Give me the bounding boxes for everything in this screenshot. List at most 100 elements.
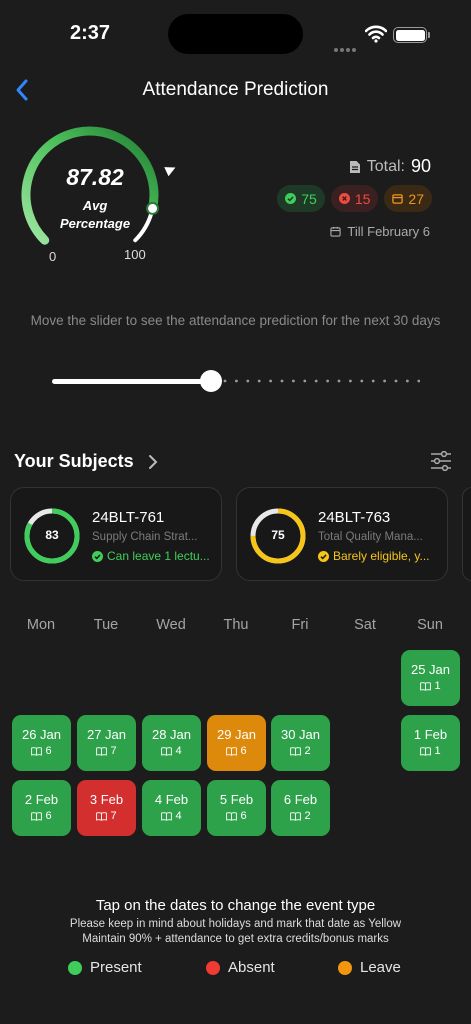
day-date: 5 Feb: [219, 792, 254, 807]
legend-label: Leave: [360, 959, 401, 976]
book-icon: [290, 746, 302, 756]
legend-dot: [206, 960, 220, 975]
slider-hint: Move the slider to see the attendance pr…: [30, 313, 441, 328]
day-count: 6: [45, 810, 52, 822]
calendar-day[interactable]: 6 Feb 2: [271, 780, 330, 836]
book-icon: [290, 811, 302, 821]
day-count: 1: [434, 680, 441, 692]
legend-label: Absent: [228, 959, 275, 976]
day-date: 4 Feb: [154, 792, 189, 807]
your-subjects-header[interactable]: Your Subjects: [14, 451, 158, 472]
legend-dot: [68, 960, 82, 975]
day-count: 1: [434, 745, 441, 757]
book-icon: [420, 746, 432, 756]
subject-code: 24BLT-761: [92, 509, 165, 526]
day-date: 2 Feb: [24, 792, 59, 807]
weekday-wed: Wed: [156, 617, 186, 633]
calendar-day[interactable]: 4 Feb 4: [142, 780, 201, 836]
subject-code: 24BLT-763: [318, 509, 391, 526]
calendar-day[interactable]: 3 Feb 7: [77, 780, 136, 836]
day-date: 26 Jan: [21, 727, 62, 742]
weekday-thu: Thu: [223, 617, 249, 633]
subject-note-text: Can leave 1 lectu...: [107, 549, 210, 563]
battery-cap: [428, 32, 430, 38]
gauge-min-label: 0: [49, 249, 57, 264]
legend-present: Present: [68, 959, 142, 976]
calendar-day[interactable]: 28 Jan 4: [142, 715, 201, 771]
day-count: 6: [240, 745, 247, 757]
calendar-day[interactable]: 26 Jan 6: [12, 715, 71, 771]
subject-note: Can leave 1 lectu...: [92, 549, 210, 563]
book-icon: [96, 811, 108, 821]
day-lecture-count: 6: [207, 745, 266, 757]
dynamic-island: [168, 14, 303, 54]
day-lecture-count: 2: [271, 810, 330, 822]
status-time: 2:37: [70, 22, 111, 44]
wifi-icon: [365, 25, 387, 43]
subject-card[interactable]: 83 24BLT-761 Supply Chain Strat... Can l…: [10, 487, 222, 581]
till-date: Till February 6: [330, 224, 430, 239]
day-lecture-count: 1: [401, 745, 460, 757]
signal-icon: [334, 39, 358, 52]
subject-percent: 83: [45, 528, 59, 542]
subject-card[interactable]: 75 24BLT-763 Total Quality Mana... Barel…: [236, 487, 448, 581]
your-subjects-title: Your Subjects: [14, 451, 134, 471]
day-date: 3 Feb: [89, 792, 124, 807]
avg-percentage-value: 87.82: [66, 164, 124, 190]
book-icon: [31, 811, 43, 821]
calendar-day[interactable]: 27 Jan 7: [77, 715, 136, 771]
subject-card-partial[interactable]: [462, 487, 471, 581]
absent-count: 15: [354, 190, 371, 207]
subject-name: Supply Chain Strat...: [92, 531, 198, 543]
total-lectures: Total: 90: [349, 156, 431, 177]
day-lecture-count: 6: [207, 810, 266, 822]
day-count: 6: [45, 745, 52, 757]
calendar-day[interactable]: 30 Jan 2: [271, 715, 330, 771]
leave-count: 27: [408, 190, 424, 207]
day-lecture-count: 4: [142, 810, 201, 822]
gauge-max-label: 100: [124, 247, 146, 262]
slider-track-filled[interactable]: [52, 379, 212, 384]
leave-count-pill: 27: [384, 185, 432, 212]
day-count: 2: [304, 810, 311, 822]
slider-track-remaining[interactable]: [222, 379, 420, 383]
day-date: 6 Feb: [283, 792, 318, 807]
day-count: 2: [304, 745, 311, 757]
legend-label: Present: [90, 959, 142, 976]
chevron-right-icon[interactable]: [148, 454, 158, 470]
total-label: Total:: [366, 157, 405, 175]
avg-percentage-label: Avg Percentage: [30, 197, 160, 233]
present-count: 75: [301, 190, 317, 207]
day-lecture-count: 2: [271, 745, 330, 757]
calendar-day[interactable]: 2 Feb 6: [12, 780, 71, 836]
holiday-note: Please keep in mind about holidays and m…: [69, 918, 402, 930]
weekday-sat: Sat: [354, 617, 376, 633]
calendar-day[interactable]: 25 Jan 1: [401, 650, 460, 706]
filter-sliders-icon[interactable]: [430, 451, 452, 471]
day-date: 28 Jan: [151, 727, 192, 742]
calendar-day[interactable]: 5 Feb 6: [207, 780, 266, 836]
till-date-text: Till February 6: [347, 224, 430, 239]
subject-note-text: Barely eligible, y...: [333, 549, 430, 563]
day-lecture-count: 7: [77, 810, 136, 822]
day-count: 4: [175, 810, 182, 822]
day-date: 1 Feb: [413, 727, 448, 742]
calendar-day[interactable]: 1 Feb 1: [401, 715, 460, 771]
slider-thumb[interactable]: [200, 370, 222, 392]
tap-instructions: Tap on the dates to change the event typ…: [95, 897, 376, 914]
day-date: 27 Jan: [86, 727, 127, 742]
total-value: 90: [410, 156, 431, 176]
gauge-pointer-icon: [164, 167, 176, 177]
calendar-day[interactable]: 29 Jan 6: [207, 715, 266, 771]
book-icon: [96, 746, 108, 756]
check-circle-icon: [285, 193, 297, 204]
book-icon: [420, 681, 432, 691]
book-icon: [226, 746, 238, 756]
book-icon: [31, 746, 43, 756]
attendance-note: Maintain 90% + attendance to get extra c…: [82, 933, 389, 945]
day-date: 30 Jan: [280, 727, 321, 742]
document-icon: [349, 160, 360, 173]
calendar-icon: [392, 194, 404, 204]
gauge-label-line1: Avg: [82, 198, 108, 213]
calendar-small-icon: [330, 226, 342, 237]
